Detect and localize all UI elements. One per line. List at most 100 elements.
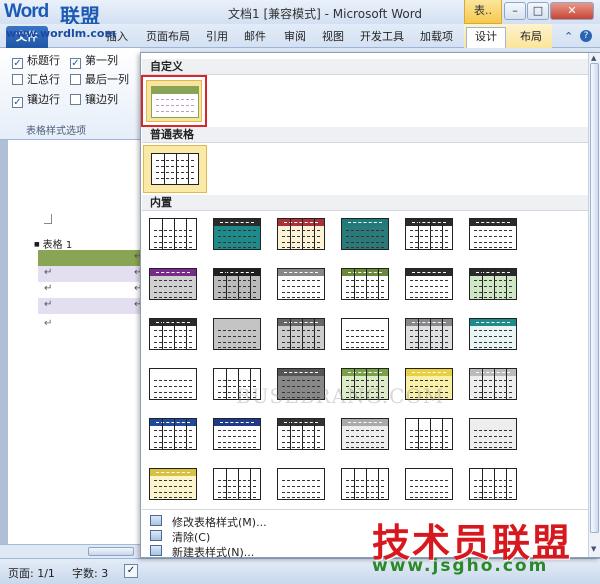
table-row[interactable]: ↵ bbox=[38, 250, 148, 266]
clear-icon bbox=[150, 530, 162, 541]
table-style-thumbnail[interactable] bbox=[209, 213, 265, 255]
scroll-down-icon[interactable]: ▼ bbox=[591, 545, 596, 553]
plain-table-style[interactable] bbox=[143, 145, 207, 193]
table-tools-context-label: 表.. bbox=[464, 0, 502, 24]
table-style-thumbnail[interactable] bbox=[465, 463, 521, 505]
table-style-thumbnail[interactable] bbox=[401, 413, 457, 455]
collapse-ribbon-icon[interactable]: ⌃ bbox=[564, 30, 573, 43]
table-style-thumbnail[interactable] bbox=[145, 263, 201, 305]
table-caption: 表格 1 bbox=[34, 236, 73, 251]
table-style-thumbnail[interactable] bbox=[465, 313, 521, 355]
word-count[interactable]: 字数: 3 bbox=[72, 565, 108, 581]
table-style-thumbnail[interactable] bbox=[337, 413, 393, 455]
menu-new-table-style[interactable]: 新建表样式(N)... bbox=[172, 544, 254, 560]
tab-page-layout[interactable]: 页面布局 bbox=[146, 28, 190, 46]
table-style-thumbnail[interactable] bbox=[465, 263, 521, 305]
help-icon[interactable]: ? bbox=[580, 30, 592, 42]
table-styles-gallery: 自定义 普通表格 内置 ▲ ▼ 修改表格样式(M)... 清除(C) 新建表样式… bbox=[140, 52, 600, 560]
table-style-thumbnail[interactable] bbox=[273, 263, 329, 305]
checkbox-checked-icon[interactable]: ✓ bbox=[12, 97, 23, 108]
section-plain-tables-header: 普通表格 bbox=[142, 127, 588, 143]
table-style-thumbnail[interactable] bbox=[209, 313, 265, 355]
table-style-thumbnail[interactable] bbox=[401, 263, 457, 305]
tab-layout[interactable]: 布局 bbox=[520, 28, 542, 46]
minimize-button[interactable]: – bbox=[504, 2, 526, 20]
table-style-thumbnail[interactable] bbox=[273, 213, 329, 255]
option-banded-rows[interactable]: ✓ 镶边行 bbox=[12, 93, 60, 108]
new-style-icon bbox=[150, 545, 162, 556]
page-count[interactable]: 页面: 1/1 bbox=[8, 565, 55, 581]
horizontal-scrollbar[interactable] bbox=[0, 544, 140, 558]
option-banded-columns[interactable]: 镶边列 bbox=[70, 93, 118, 107]
site-url: www.wordlm.com bbox=[6, 27, 116, 40]
gallery-scroll-thumb[interactable] bbox=[590, 63, 599, 533]
table-style-thumbnail[interactable] bbox=[273, 363, 329, 405]
checkbox-checked-icon[interactable]: ✓ bbox=[70, 58, 81, 69]
brand-url: www.jsgho.com bbox=[372, 556, 549, 576]
table-style-thumbnail[interactable] bbox=[145, 363, 201, 405]
table-style-thumbnail[interactable] bbox=[401, 463, 457, 505]
option-total-row[interactable]: 汇总行 bbox=[12, 73, 60, 87]
modify-style-icon bbox=[150, 515, 162, 526]
table-style-thumbnail[interactable] bbox=[145, 413, 201, 455]
table-style-thumbnail[interactable] bbox=[209, 413, 265, 455]
table-style-thumbnail[interactable] bbox=[337, 213, 393, 255]
proofing-icon[interactable]: ✓ bbox=[124, 564, 138, 578]
group-label: 表格样式选项 bbox=[26, 126, 86, 137]
checkbox-unchecked-icon[interactable] bbox=[12, 74, 23, 85]
table-style-thumbnail[interactable] bbox=[337, 363, 393, 405]
table-style-thumbnail[interactable] bbox=[337, 313, 393, 355]
table-style-thumbnail[interactable] bbox=[145, 313, 201, 355]
table-style-thumbnail[interactable] bbox=[145, 463, 201, 505]
table-style-thumbnail[interactable] bbox=[401, 363, 457, 405]
paragraph-mark: ↵ bbox=[44, 318, 53, 329]
checkbox-unchecked-icon[interactable] bbox=[70, 94, 81, 105]
gallery-scrollbar[interactable]: ▲ ▼ bbox=[588, 53, 600, 557]
tab-view[interactable]: 视图 bbox=[322, 28, 344, 46]
scroll-thumb[interactable] bbox=[88, 547, 134, 556]
section-builtin-header: 内置 bbox=[142, 195, 588, 211]
table-style-thumbnail[interactable] bbox=[273, 413, 329, 455]
menu-modify-table-style[interactable]: 修改表格样式(M)... bbox=[172, 514, 267, 530]
document-page[interactable]: 表格 1 ↵ ↵↵ ↵↵ ↵↵ ↵ bbox=[8, 140, 148, 558]
tab-references[interactable]: 引用 bbox=[206, 28, 228, 46]
table-style-thumbnail[interactable] bbox=[273, 463, 329, 505]
close-button[interactable]: ✕ bbox=[550, 2, 594, 20]
table-style-thumbnail[interactable] bbox=[465, 363, 521, 405]
table-row[interactable]: ↵ ↵ bbox=[38, 298, 148, 314]
section-custom-header: 自定义 bbox=[142, 59, 588, 75]
table-style-thumbnail[interactable] bbox=[465, 213, 521, 255]
table-style-thumbnail[interactable] bbox=[401, 213, 457, 255]
margin-corner-mark bbox=[44, 214, 52, 224]
table-style-options-group: ✓ 标题行 ✓ 第一列 汇总行 最后一列 ✓ 镶边行 镶边列 表格样式选项 bbox=[0, 48, 140, 140]
tab-mailings[interactable]: 邮件 bbox=[244, 28, 266, 46]
tab-review[interactable]: 审阅 bbox=[284, 28, 306, 46]
table-style-thumbnail[interactable] bbox=[145, 213, 201, 255]
scroll-up-icon[interactable]: ▲ bbox=[591, 54, 596, 62]
custom-style-selected[interactable] bbox=[141, 75, 207, 127]
table-style-thumbnail[interactable] bbox=[465, 413, 521, 455]
tab-developer[interactable]: 开发工具 bbox=[360, 28, 404, 46]
document-area: 表格 1 ↵ ↵↵ ↵↵ ↵↵ ↵ bbox=[0, 140, 148, 558]
table-style-thumbnail[interactable] bbox=[337, 263, 393, 305]
table-row[interactable]: ↵ ↵ bbox=[38, 266, 148, 282]
tab-addins[interactable]: 加载项 bbox=[420, 28, 453, 46]
window-title: 文档1 [兼容模式] - Microsoft Word bbox=[228, 7, 423, 21]
table-style-thumbnail[interactable] bbox=[273, 313, 329, 355]
table-row[interactable]: ↵ ↵ bbox=[38, 282, 148, 298]
option-last-column[interactable]: 最后一列 bbox=[70, 73, 129, 87]
title-bar: Word 联盟 文档1 [兼容模式] - Microsoft Word 表.. … bbox=[0, 0, 600, 28]
table-style-thumbnail[interactable] bbox=[209, 463, 265, 505]
table-style-thumbnail[interactable] bbox=[337, 463, 393, 505]
option-header-row[interactable]: ✓ 标题行 bbox=[12, 54, 60, 69]
table-style-thumbnail[interactable] bbox=[401, 313, 457, 355]
tab-design[interactable]: 设计 bbox=[466, 27, 506, 48]
menu-clear[interactable]: 清除(C) bbox=[172, 529, 210, 545]
table-style-thumbnail[interactable] bbox=[209, 363, 265, 405]
option-first-column[interactable]: ✓ 第一列 bbox=[70, 54, 118, 69]
checkbox-checked-icon[interactable]: ✓ bbox=[12, 58, 23, 69]
maximize-button[interactable]: □ bbox=[527, 2, 549, 20]
site-logo: Word bbox=[4, 1, 49, 22]
table-style-thumbnail[interactable] bbox=[209, 263, 265, 305]
checkbox-unchecked-icon[interactable] bbox=[70, 74, 81, 85]
